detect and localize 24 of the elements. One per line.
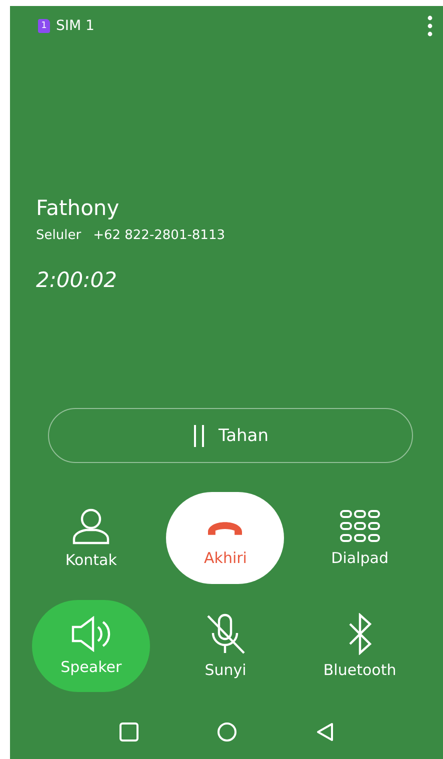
dialpad-button[interactable]: Dialpad xyxy=(300,492,419,584)
bluetooth-button[interactable]: Bluetooth xyxy=(300,600,419,692)
bluetooth-icon xyxy=(346,613,373,655)
number-type: Seluler xyxy=(36,228,82,243)
end-call-button[interactable]: Akhiri xyxy=(166,492,284,584)
mute-button[interactable]: Sunyi xyxy=(166,600,284,692)
person-icon xyxy=(72,507,110,545)
hang-up-icon xyxy=(208,522,242,534)
call-duration: 2:00:02 xyxy=(36,268,118,292)
recents-icon[interactable] xyxy=(119,722,140,742)
speaker-icon xyxy=(71,616,112,652)
pause-icon xyxy=(192,424,205,446)
speaker-button[interactable]: Speaker xyxy=(32,600,150,692)
home-icon[interactable] xyxy=(217,722,238,742)
phone-number: +62 822-2801-8113 xyxy=(93,228,225,243)
caller-name: Fathony xyxy=(36,196,120,220)
more-icon[interactable] xyxy=(427,15,433,37)
muted-microphone-icon xyxy=(205,613,246,655)
sim-label: SIM 1 xyxy=(56,18,94,34)
back-icon[interactable] xyxy=(316,722,334,742)
sim-badge: 1 xyxy=(38,19,50,33)
contact-button[interactable]: Kontak xyxy=(32,492,150,584)
hold-button[interactable]: Tahan xyxy=(48,408,413,463)
dialpad-icon xyxy=(338,509,381,543)
